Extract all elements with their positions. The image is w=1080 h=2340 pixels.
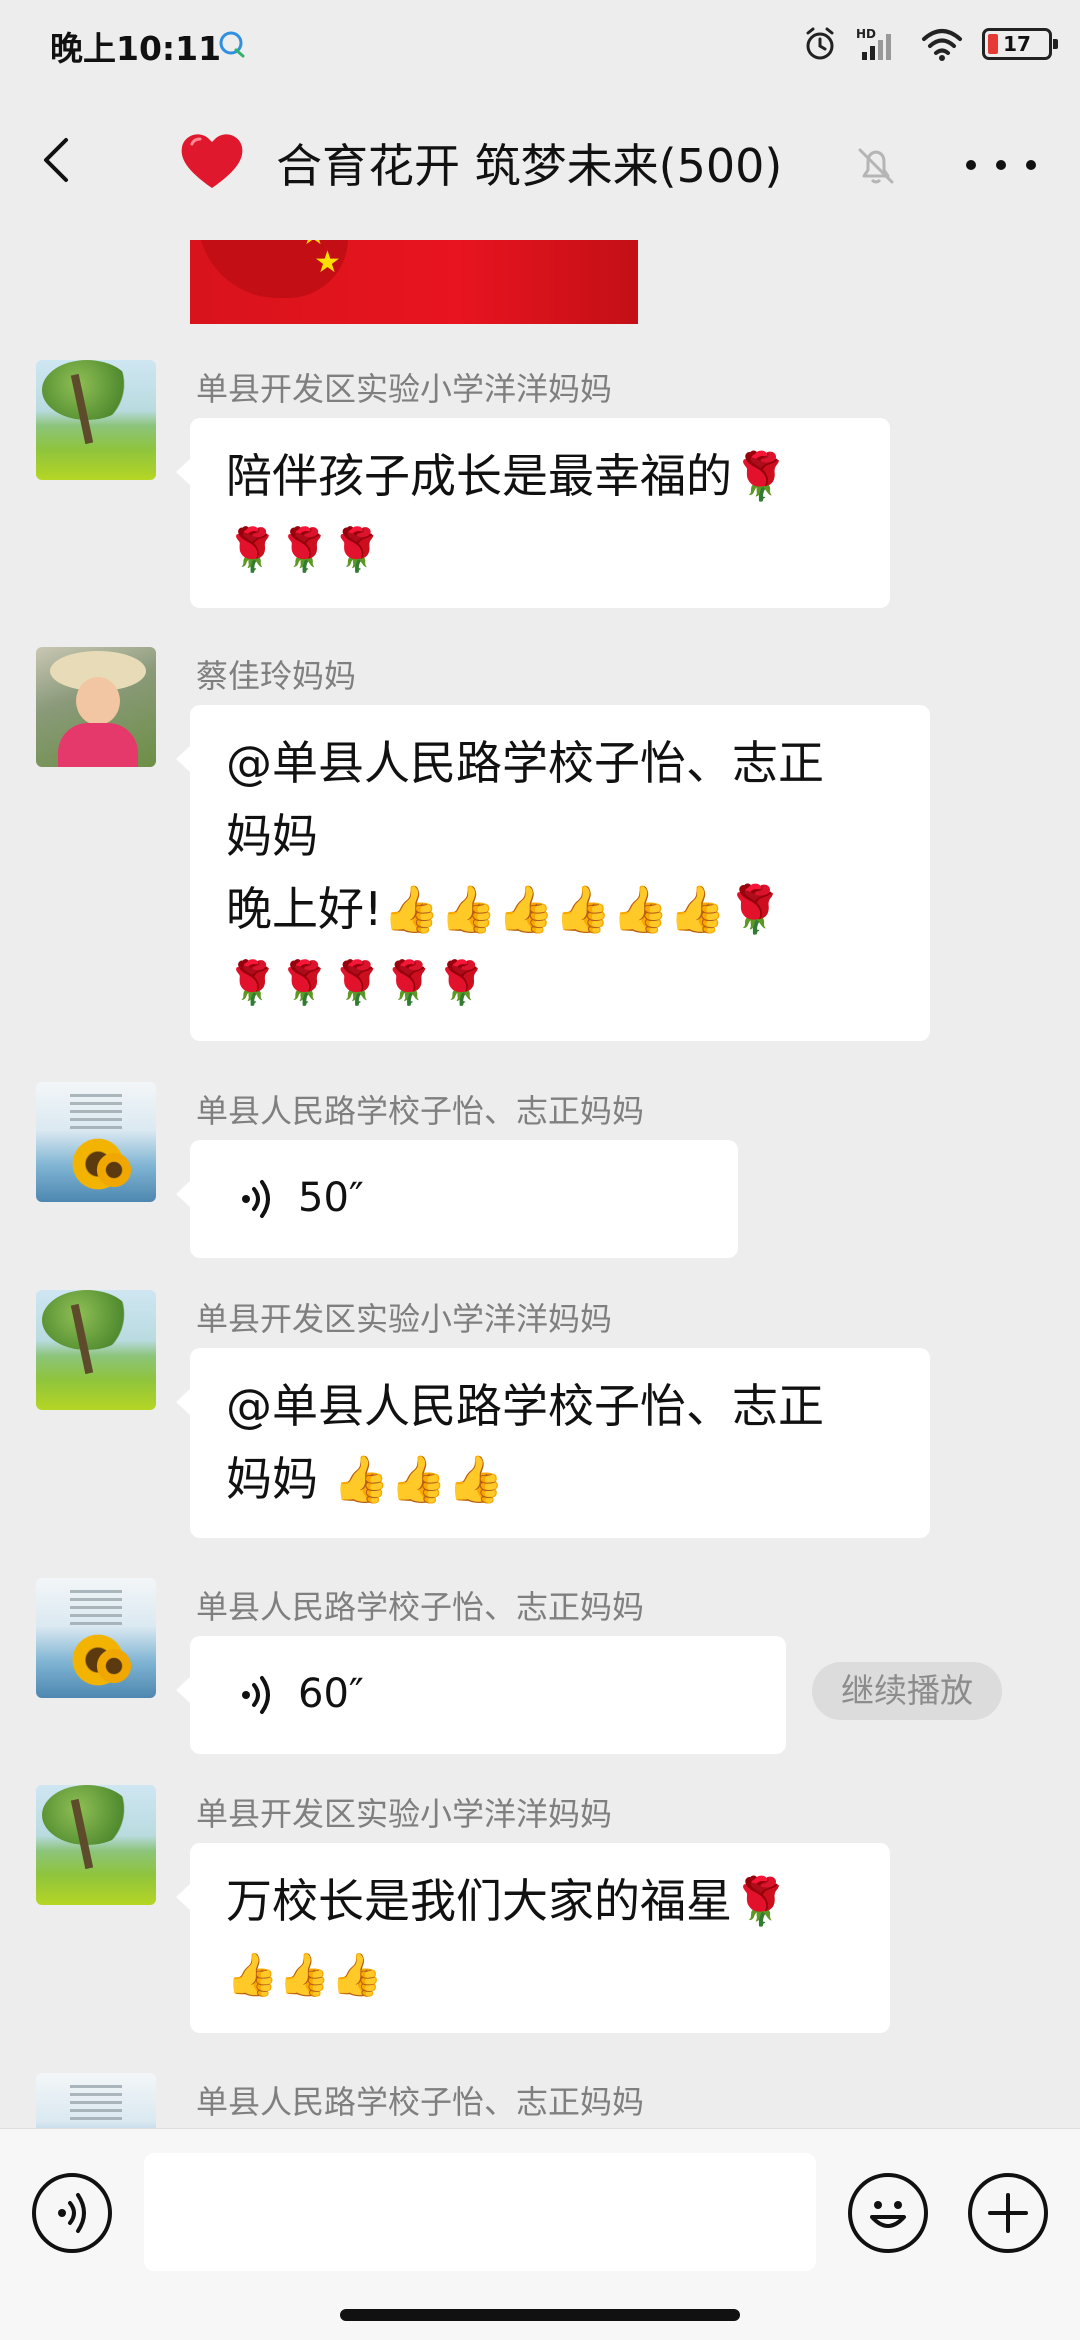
battery-percent: 17 (1003, 32, 1031, 56)
message-line: @单县人民路学校子怡、志正 (226, 1379, 824, 1433)
text-message-bubble[interactable]: @单县人民路学校子怡、志正 妈妈 👍👍👍 (176, 1348, 930, 1538)
voice-wave-icon (242, 1676, 270, 1714)
sender-name: 单县开发区实验小学洋洋妈妈 (196, 1795, 613, 1833)
chat-title[interactable]: 合育花开 筑梦未来(500) (276, 130, 782, 196)
message-line: 🌹🌹🌹🌹🌹 (226, 958, 488, 1007)
wifi-icon (922, 29, 962, 61)
plus-button[interactable] (968, 2173, 1048, 2253)
emoji-button[interactable] (848, 2173, 928, 2253)
voice-input-button[interactable] (32, 2173, 112, 2253)
message-list[interactable]: ★ ★ ★ 单县开发区实验小学洋洋妈妈 陪伴孩子成长是最幸福的🌹 🌹🌹🌹 蔡佳玲… (0, 240, 1080, 2128)
flag-fist-image[interactable]: ★ ★ ★ (190, 240, 638, 324)
heart-icon (181, 134, 243, 188)
voice-wave-icon (242, 1180, 270, 1218)
voice-input-icon (58, 2193, 86, 2233)
chat-bubble-notification-icon (219, 31, 245, 58)
status-bar: 晚上10:11 HD 17 (0, 0, 1080, 90)
tree-landscape-avatar[interactable] (36, 1785, 156, 1905)
sender-name: 蔡佳玲妈妈 (196, 657, 357, 695)
sender-name: 单县人民路学校子怡、志正妈妈 (196, 2083, 645, 2121)
sender-name: 单县开发区实验小学洋洋妈妈 (196, 1300, 613, 1338)
message-line: 陪伴孩子成长是最幸福的🌹 (226, 449, 790, 503)
dot-icon (1026, 160, 1036, 170)
continue-playing-button[interactable]: 继续播放 (812, 1662, 1002, 1720)
voice-message-bubble[interactable]: 60″ (176, 1636, 786, 1754)
bell-off-icon (858, 148, 894, 184)
tree-landscape-avatar[interactable] (36, 1290, 156, 1410)
more-options-button[interactable] (966, 140, 1036, 190)
home-indicator[interactable] (340, 2309, 740, 2321)
message-text-input[interactable] (144, 2153, 816, 2271)
voice-duration: 60″ (298, 1671, 364, 1717)
text-message-bubble[interactable]: @单县人民路学校子怡、志正 妈妈 晚上好!👍👍👍👍👍👍🌹 🌹🌹🌹🌹🌹 (176, 705, 930, 1041)
message-line: 妈妈 (226, 809, 318, 863)
voice-message-bubble[interactable]: 50″ (176, 1140, 738, 1258)
message-line: 👍👍👍 (226, 1950, 383, 1999)
voice-duration: 50″ (298, 1175, 364, 1221)
sender-name: 单县人民路学校子怡、志正妈妈 (196, 1092, 645, 1130)
chat-title-bar: 合育花开 筑梦未来(500) (0, 90, 1080, 240)
message-line: @单县人民路学校子怡、志正 (226, 736, 824, 790)
text-message-bubble[interactable]: 万校长是我们大家的福星🌹 👍👍👍 (176, 1843, 890, 2033)
wechat-group-chat-screen: 晚上10:11 HD 17 合育花开 筑梦未来(500) ★ 单县开发区实验小学… (0, 0, 1080, 2340)
status-icons: HD 17 (802, 22, 1058, 66)
sunflower-avatar[interactable] (36, 1578, 156, 1698)
star-icon: ★ (314, 245, 341, 280)
alarm-icon (806, 27, 834, 60)
sender-name: 单县人民路学校子怡、志正妈妈 (196, 1588, 645, 1626)
girl-with-hat-avatar[interactable] (36, 647, 156, 767)
message-line: 🌹🌹🌹 (226, 525, 383, 574)
status-time: 晚上10:11 (50, 29, 222, 68)
back-arrow-icon[interactable] (30, 130, 90, 190)
tree-landscape-avatar[interactable] (36, 360, 156, 480)
signal-hd-icon: HD (856, 27, 891, 60)
message-line: 晚上好!👍👍👍👍👍👍🌹 (226, 882, 784, 936)
message-line: 妈妈 👍👍👍 (226, 1452, 505, 1506)
dot-icon (966, 160, 976, 170)
message-line: 万校长是我们大家的福星🌹 (226, 1874, 790, 1928)
emoji-icon (870, 2201, 906, 2228)
battery-indicator: 17 (982, 28, 1058, 60)
dot-icon (996, 160, 1006, 170)
text-message-bubble[interactable]: 陪伴孩子成长是最幸福的🌹 🌹🌹🌹 (176, 418, 890, 608)
star-icon: ★ (350, 240, 377, 244)
svg-text:HD: HD (856, 27, 876, 41)
plus-icon (988, 2193, 1028, 2233)
sunflower-avatar[interactable] (36, 1082, 156, 1202)
sender-name: 单县开发区实验小学洋洋妈妈 (196, 370, 613, 408)
sunflower-avatar[interactable] (36, 2073, 156, 2128)
message-input-bar (0, 2128, 1080, 2340)
